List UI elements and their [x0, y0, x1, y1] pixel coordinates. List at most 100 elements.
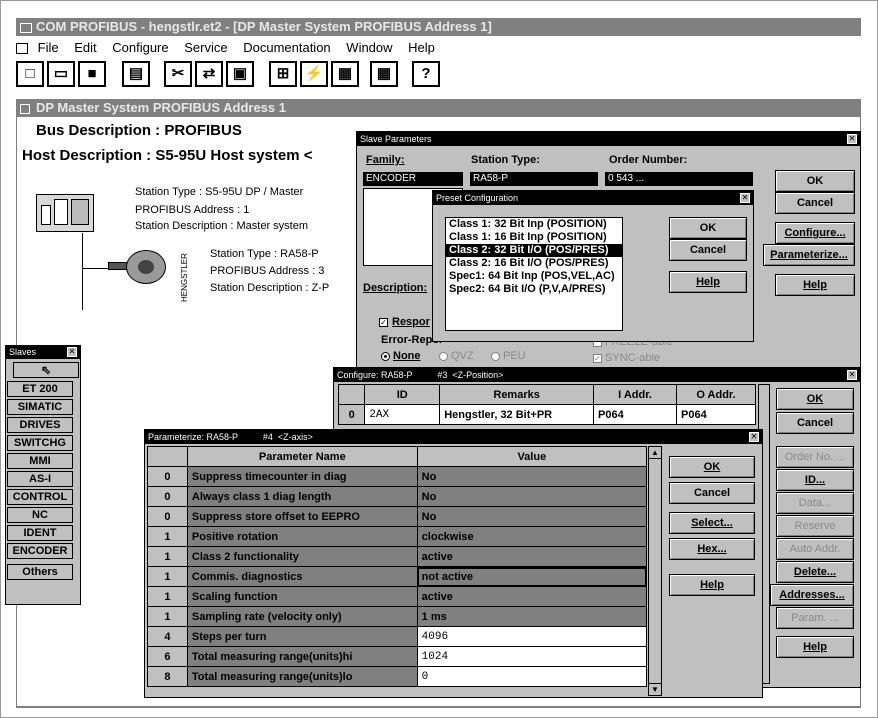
pointer-tool-icon[interactable]: ⇖	[13, 362, 79, 378]
configure-help-button[interactable]: Help	[776, 636, 854, 658]
scroll-down-icon[interactable]: ▼	[649, 683, 661, 695]
slave-drives[interactable]: DRIVES	[7, 417, 73, 433]
child-window-icon[interactable]	[20, 103, 30, 114]
new-icon[interactable]: □	[16, 61, 44, 87]
order-number-field[interactable]: 0 543 ...	[605, 172, 753, 186]
configure-cancel-button[interactable]: Cancel	[776, 412, 854, 434]
parameter-value[interactable]: 0	[416, 666, 648, 687]
select-button[interactable]: Select...	[669, 512, 755, 534]
slave-ident[interactable]: IDENT	[7, 525, 73, 541]
table-row[interactable]: 1 Commis. diagnostics not active	[147, 566, 648, 587]
slave-others[interactable]: Others	[7, 564, 73, 580]
parameter-value[interactable]: active	[416, 546, 648, 567]
menu-window[interactable]: Window	[346, 40, 392, 55]
list-item[interactable]: Class 1: 32 Bit Inp (POSITION)	[446, 218, 622, 231]
open-icon[interactable]: ▭	[47, 61, 75, 87]
preset-ok-button[interactable]: OK	[669, 217, 747, 239]
slave-switchg[interactable]: SWITCHG	[7, 435, 73, 451]
table-row[interactable]: 4 Steps per turn 4096	[147, 626, 648, 647]
data-button[interactable]: Data...	[776, 492, 854, 514]
auto-addr-button[interactable]: Auto Addr.	[776, 538, 854, 560]
menu-documentation[interactable]: Documentation	[243, 40, 330, 55]
config-icon[interactable]: ▦	[370, 61, 398, 87]
id-button[interactable]: ID...	[776, 469, 854, 491]
slave-as-i[interactable]: AS-I	[7, 471, 73, 487]
slave-params-ok-button[interactable]: OK	[775, 170, 855, 192]
close-icon[interactable]: ✕	[749, 432, 759, 442]
reserve-button[interactable]: Reserve	[776, 515, 854, 537]
family-field[interactable]: ENCODER	[363, 172, 463, 186]
preset-cancel-button[interactable]: Cancel	[669, 239, 747, 261]
slave-params-help-button[interactable]: Help	[775, 274, 855, 296]
help-icon[interactable]: ?	[412, 61, 440, 87]
paste-icon[interactable]: ▣	[226, 61, 254, 87]
order-no-button[interactable]: Order No. ...	[776, 446, 854, 468]
menu-help[interactable]: Help	[408, 40, 435, 55]
radio-none[interactable]	[381, 352, 390, 361]
preset-help-button[interactable]: Help	[669, 271, 747, 293]
menu-edit[interactable]: Edit	[74, 40, 96, 55]
hex-button[interactable]: Hex...	[669, 538, 755, 560]
addresses-button[interactable]: Addresses...	[770, 584, 854, 606]
upload-icon[interactable]: ▦	[331, 61, 359, 87]
parameter-value[interactable]: not active	[416, 566, 648, 587]
parameter-value[interactable]: No	[416, 506, 648, 527]
print-icon[interactable]: ▤	[122, 61, 150, 87]
delete-button[interactable]: Delete...	[776, 561, 854, 583]
parameterize-cancel-button[interactable]: Cancel	[669, 482, 755, 504]
table-row[interactable]: 6 Total measuring range(units)hi 1024	[147, 646, 648, 667]
parameterize-button[interactable]: Parameterize...	[763, 244, 855, 266]
slave-encoder[interactable]: ENCODER	[7, 543, 73, 559]
master-station-icon[interactable]	[36, 194, 94, 232]
scroll-up-icon[interactable]: ▲	[649, 447, 661, 459]
encoder-icon[interactable]	[108, 250, 170, 286]
copy-icon[interactable]: ⇄	[195, 61, 223, 87]
table-row[interactable]: 1 Scaling function active	[147, 586, 648, 607]
list-item[interactable]: Spec2: 64 Bit I/O (P,V,A/PRES)	[446, 283, 622, 296]
table-row[interactable]: 1 Sampling rate (velocity only) 1 ms	[147, 606, 648, 627]
list-item[interactable]: Class 1: 16 Bit Inp (POSITION)	[446, 231, 622, 244]
configure-ok-button[interactable]: OK	[776, 388, 854, 410]
list-item-selected[interactable]: Class 2: 32 Bit I/O (POS/PRES)	[446, 244, 622, 257]
menu-file[interactable]: File	[38, 40, 59, 55]
radio-qvz[interactable]	[439, 352, 448, 361]
menu-service[interactable]: Service	[184, 40, 227, 55]
save-icon[interactable]: ■	[78, 61, 106, 87]
parameter-value[interactable]: No	[416, 486, 648, 507]
list-item[interactable]: Spec1: 64 Bit Inp (POS,VEL,AC)	[446, 270, 622, 283]
parameterize-ok-button[interactable]: OK	[669, 456, 755, 478]
cell-id[interactable]: 2AX	[364, 404, 441, 425]
close-icon[interactable]: ✕	[847, 370, 857, 380]
close-icon[interactable]: ✕	[67, 347, 77, 357]
slave-control[interactable]: CONTROL	[7, 489, 73, 505]
table-row[interactable]: 0 2AX Hengstler, 32 Bit+PR P064 P064	[337, 404, 756, 425]
slave-simatic[interactable]: SIMATIC	[7, 399, 73, 415]
slave-et200[interactable]: ET 200	[7, 381, 73, 397]
radio-peu[interactable]	[491, 352, 500, 361]
parameter-value[interactable]: 1024	[416, 646, 648, 667]
param-button[interactable]: Param. ...	[776, 607, 854, 629]
slave-mmi[interactable]: MMI	[7, 453, 73, 469]
close-icon[interactable]: ✕	[740, 193, 750, 203]
preset-list[interactable]: Class 1: 32 Bit Inp (POSITION) Class 1: …	[445, 217, 623, 331]
cell-remarks[interactable]: Hengstler, 32 Bit+PR	[439, 404, 595, 425]
slave-params-cancel-button[interactable]: Cancel	[775, 192, 855, 214]
table-row[interactable]: 0 Suppress store offset to EEPRO No	[147, 506, 648, 527]
slave-nc[interactable]: NC	[7, 507, 73, 523]
menu-configure[interactable]: Configure	[112, 40, 168, 55]
station-type-field[interactable]: RA58-P	[470, 172, 598, 186]
network-icon[interactable]: ⊞	[269, 61, 297, 87]
table-row[interactable]: 1 Class 2 functionality active	[147, 546, 648, 567]
parameter-value[interactable]: 4096	[416, 626, 648, 647]
parameterize-help-button[interactable]: Help	[669, 574, 755, 596]
checkbox-sync[interactable]: ✓	[593, 354, 602, 363]
close-icon[interactable]: ✕	[847, 134, 857, 144]
download-icon[interactable]: ⚡	[300, 61, 328, 87]
configure-button[interactable]: Configure...	[775, 222, 855, 244]
cell-o-addr[interactable]: P064	[676, 404, 756, 425]
table-row[interactable]: 8 Total measuring range(units)lo 0	[147, 666, 648, 687]
parameter-value[interactable]: 1 ms	[416, 606, 648, 627]
list-item[interactable]: Class 2: 16 Bit I/O (POS/PRES)	[446, 257, 622, 270]
parameter-scrollbar[interactable]: ▲ ▼	[648, 446, 662, 696]
cell-i-addr[interactable]: P064	[593, 404, 678, 425]
